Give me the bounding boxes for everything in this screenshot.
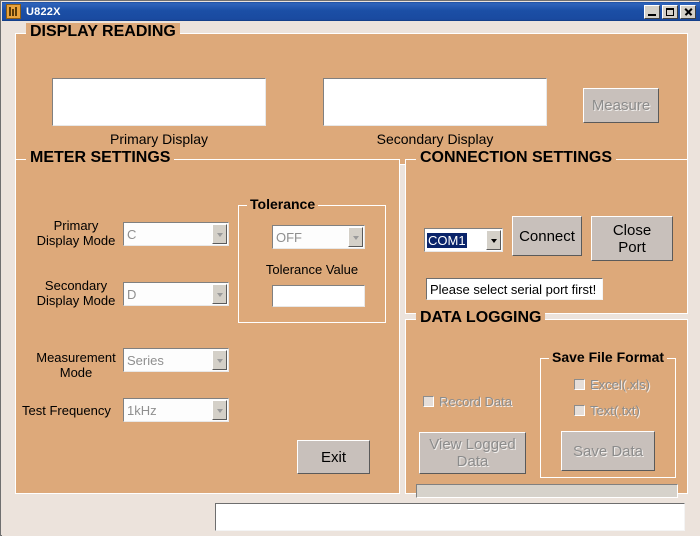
meter-settings-legend: METER SETTINGS (26, 149, 175, 167)
chevron-down-icon[interactable] (212, 350, 227, 370)
connection-settings-panel: CONNECTION SETTINGS COM1 Connect Close P… (405, 149, 688, 314)
data-logging-panel: DATA LOGGING Record Data View Logged Dat… (405, 309, 688, 498)
client-area: DISPLAY READING Primary Display Secondar… (2, 21, 700, 536)
close-port-button[interactable]: Close Port (591, 216, 673, 261)
save-file-format-group: Save File Format Excel(.xls) Text(.txt) … (540, 349, 676, 478)
primary-display-mode-value: C (127, 226, 137, 242)
save-file-format-legend: Save File Format (549, 349, 668, 365)
chevron-down-icon[interactable] (212, 400, 227, 420)
secondary-display-mode-combobox[interactable]: D (123, 282, 229, 306)
checkbox-box (574, 405, 585, 416)
primary-display-mode-label: Primary Display Mode (36, 218, 116, 248)
display-reading-panel: DISPLAY READING Primary Display Secondar… (15, 23, 688, 165)
chevron-down-icon[interactable] (212, 284, 227, 304)
exit-button[interactable]: Exit (297, 440, 370, 474)
application-window: U822X DISPLAY READING Primary Display Se… (0, 0, 700, 536)
primary-display-field[interactable] (52, 78, 266, 126)
chevron-down-icon[interactable] (486, 230, 501, 250)
display-reading-legend: DISPLAY READING (26, 23, 180, 41)
test-frequency-value: 1kHz (127, 402, 157, 418)
measurement-mode-label: Measurement Mode (36, 350, 116, 380)
data-logging-legend: DATA LOGGING (416, 309, 546, 327)
secondary-display-mode-value: D (127, 286, 137, 302)
checkbox-box (423, 396, 434, 407)
save-data-button[interactable]: Save Data (561, 431, 655, 471)
measurement-mode-combobox[interactable]: Series (123, 348, 229, 372)
text-format-label: Text(.txt) (590, 403, 640, 418)
tolerance-group: Tolerance OFF Tolerance Value (238, 196, 386, 323)
test-frequency-label: Test Frequency (22, 403, 111, 418)
connection-settings-legend: CONNECTION SETTINGS (416, 149, 617, 167)
record-data-label: Record Data (439, 394, 512, 409)
window-title: U822X (26, 5, 61, 18)
chevron-down-icon[interactable] (212, 224, 227, 244)
tolerance-mode-value: OFF (276, 229, 302, 245)
connect-button[interactable]: Connect (512, 216, 582, 256)
chevron-down-icon[interactable] (348, 227, 363, 247)
tolerance-value-field[interactable] (272, 285, 365, 307)
primary-display-mode-combobox[interactable]: C (123, 222, 229, 246)
primary-display-label: Primary Display (109, 131, 208, 147)
app-icon (6, 4, 21, 19)
excel-format-label: Excel(.xls) (590, 377, 650, 392)
maximize-button[interactable] (662, 4, 678, 19)
text-format-checkbox[interactable]: Text(.txt) (574, 403, 640, 418)
checkbox-box (574, 379, 585, 390)
secondary-display-label: Secondary Display (376, 131, 494, 147)
minimize-button[interactable] (644, 4, 660, 19)
record-data-checkbox[interactable]: Record Data (423, 394, 512, 409)
tolerance-value-label: Tolerance Value (265, 262, 359, 277)
status-bar-field[interactable] (215, 503, 685, 531)
measurement-mode-value: Series (127, 352, 164, 368)
view-logged-data-button[interactable]: View Logged Data (419, 432, 526, 474)
secondary-display-mode-label: Secondary Display Mode (36, 278, 116, 308)
connection-status-message: Please select serial port first! (426, 278, 603, 300)
tolerance-legend: Tolerance (247, 196, 319, 212)
serial-port-value-wrap: COM1 (425, 232, 486, 248)
test-frequency-combobox[interactable]: 1kHz (123, 398, 229, 422)
logging-progress-bar (416, 484, 678, 498)
secondary-display-field[interactable] (323, 78, 547, 126)
tolerance-mode-combobox[interactable]: OFF (272, 225, 365, 249)
meter-settings-panel: METER SETTINGS Primary Display Mode C Se… (15, 149, 400, 494)
serial-port-value: COM1 (427, 232, 467, 248)
serial-port-combobox[interactable]: COM1 (424, 228, 503, 252)
close-button[interactable] (680, 4, 696, 19)
window-controls (644, 4, 696, 19)
excel-format-checkbox[interactable]: Excel(.xls) (574, 377, 650, 392)
measure-button[interactable]: Measure (583, 88, 659, 123)
title-bar: U822X (2, 2, 700, 21)
